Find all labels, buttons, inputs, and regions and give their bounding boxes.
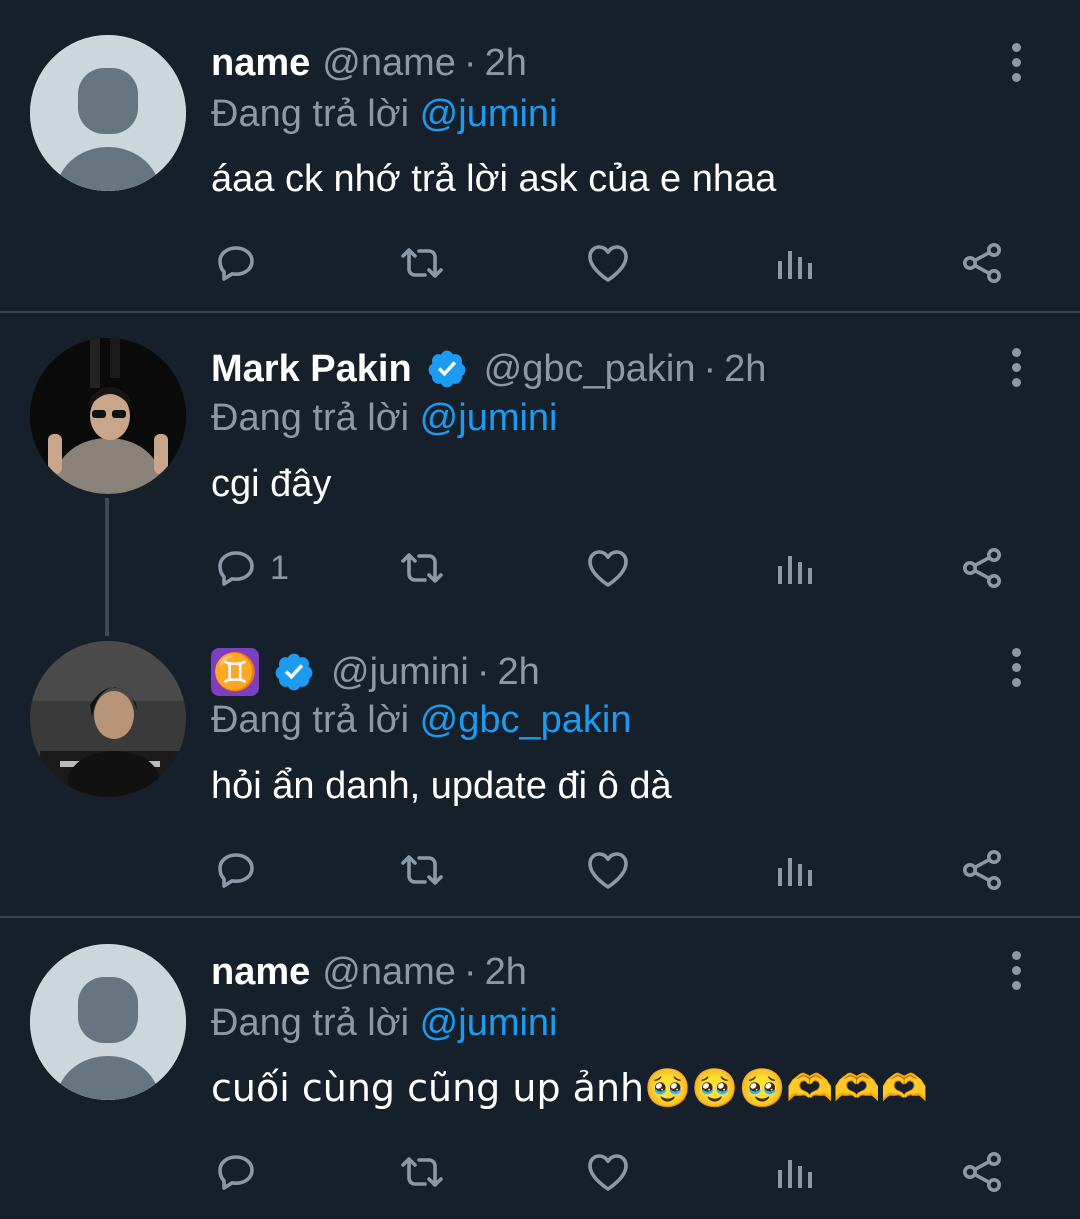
mention-link[interactable]: @jumini	[420, 397, 558, 439]
like-icon	[584, 1148, 632, 1196]
replying-label: Đang trả lời	[211, 397, 410, 439]
separator: ·	[476, 650, 490, 693]
analytics-icon	[770, 239, 818, 287]
replying-label: Đang trả lời	[211, 1002, 410, 1044]
retweet-button[interactable]	[398, 840, 446, 900]
analytics-button[interactable]	[770, 233, 818, 293]
analytics-button[interactable]	[770, 840, 818, 900]
handle[interactable]: @name	[322, 42, 456, 85]
mention-link[interactable]: @gbc_pakin	[420, 699, 632, 741]
mention-link[interactable]: @jumini	[420, 93, 558, 135]
share-button[interactable]	[958, 1142, 1006, 1202]
share-icon	[958, 544, 1006, 592]
display-name[interactable]: name	[211, 42, 310, 85]
retweet-button[interactable]	[398, 233, 446, 293]
verified-badge-icon	[428, 350, 466, 388]
tweet-4[interactable]: name @name · 2h Đang trả lời @jumini cuố…	[0, 918, 1080, 1219]
action-bar: 1	[0, 538, 1080, 598]
like-button[interactable]	[584, 1142, 632, 1202]
reply-button[interactable]: 1	[212, 538, 289, 598]
timestamp[interactable]: 2h	[724, 348, 766, 391]
avatar[interactable]	[30, 944, 186, 1100]
like-icon	[584, 846, 632, 894]
reply-icon	[212, 1148, 260, 1196]
separator: ·	[463, 41, 477, 84]
share-button[interactable]	[958, 538, 1006, 598]
retweet-icon	[398, 239, 446, 287]
action-bar	[0, 1142, 1080, 1202]
reply-button[interactable]	[212, 840, 270, 900]
share-icon	[958, 239, 1006, 287]
tweet-header: Mark Pakin @gbc_pakin · 2h	[211, 341, 766, 397]
more-options-icon[interactable]	[996, 940, 1036, 1000]
analytics-icon	[770, 544, 818, 592]
like-icon	[584, 239, 632, 287]
tweet-3[interactable]: ♊ @jumini · 2h Đang trả lời @gbc_pakin h…	[0, 635, 1080, 916]
tweet-2[interactable]: Mark Pakin @gbc_pakin · 2h Đang trả lời …	[0, 313, 1080, 635]
tweet-text: hỏi ẩn danh, update đi ô dà	[211, 765, 672, 807]
like-button[interactable]	[584, 233, 632, 293]
tweet-text: cgi đây	[211, 463, 332, 505]
reply-icon	[212, 846, 260, 894]
more-options-icon[interactable]	[996, 337, 1036, 397]
thread-connector	[105, 498, 109, 636]
handle[interactable]: @name	[322, 951, 456, 994]
handle[interactable]: @gbc_pakin	[484, 348, 696, 391]
replying-to: Đang trả lời @jumini	[211, 1002, 558, 1045]
replying-label: Đang trả lời	[211, 699, 410, 741]
like-icon	[584, 544, 632, 592]
tweet-text: cuối cùng cũng up ảnh🥹🥹🥹🫶🫶🫶	[211, 1066, 929, 1110]
reply-icon	[212, 544, 260, 592]
timestamp[interactable]: 2h	[497, 651, 539, 694]
more-options-icon[interactable]	[996, 637, 1036, 697]
retweet-icon	[398, 1148, 446, 1196]
mention-link[interactable]: @jumini	[420, 1002, 558, 1044]
share-button[interactable]	[958, 840, 1006, 900]
timestamp[interactable]: 2h	[485, 42, 527, 85]
avatar[interactable]	[30, 641, 186, 797]
analytics-button[interactable]	[770, 538, 818, 598]
like-button[interactable]	[584, 840, 632, 900]
reply-button[interactable]	[212, 233, 270, 293]
timestamp[interactable]: 2h	[485, 951, 527, 994]
action-bar	[0, 840, 1080, 900]
retweet-button[interactable]	[398, 1142, 446, 1202]
avatar[interactable]	[30, 338, 186, 494]
tweet-header: ♊ @jumini · 2h	[211, 644, 540, 700]
replying-to: Đang trả lời @gbc_pakin	[211, 699, 632, 742]
retweet-icon	[398, 846, 446, 894]
share-icon	[958, 1148, 1006, 1196]
action-bar	[0, 233, 1080, 293]
tweet-header: name @name · 2h	[211, 944, 527, 1000]
reply-count: 1	[270, 548, 289, 587]
reply-icon	[212, 239, 260, 287]
replying-label: Đang trả lời	[211, 93, 410, 135]
tweet-header: name @name · 2h	[211, 35, 527, 91]
like-button[interactable]	[584, 538, 632, 598]
tweet-1[interactable]: name @name · 2h Đang trả lời @jumini áaa…	[0, 0, 1080, 312]
avatar[interactable]	[30, 35, 186, 191]
verified-badge-icon	[275, 653, 313, 691]
tweet-text: áaa ck nhớ trả lời ask của e nhaa	[211, 158, 777, 200]
reply-button[interactable]	[212, 1142, 270, 1202]
analytics-icon	[770, 1148, 818, 1196]
handle[interactable]: @jumini	[331, 651, 469, 694]
retweet-icon	[398, 544, 446, 592]
retweet-button[interactable]	[398, 538, 446, 598]
display-name[interactable]: name	[211, 951, 310, 994]
share-button[interactable]	[958, 233, 1006, 293]
analytics-button[interactable]	[770, 1142, 818, 1202]
separator: ·	[703, 347, 717, 390]
analytics-icon	[770, 846, 818, 894]
replying-to: Đang trả lời @jumini	[211, 93, 558, 136]
display-name[interactable]: Mark Pakin	[211, 348, 412, 391]
separator: ·	[463, 950, 477, 993]
replying-to: Đang trả lời @jumini	[211, 397, 558, 440]
display-name[interactable]: ♊	[211, 648, 259, 696]
share-icon	[958, 846, 1006, 894]
more-options-icon[interactable]	[996, 32, 1036, 92]
